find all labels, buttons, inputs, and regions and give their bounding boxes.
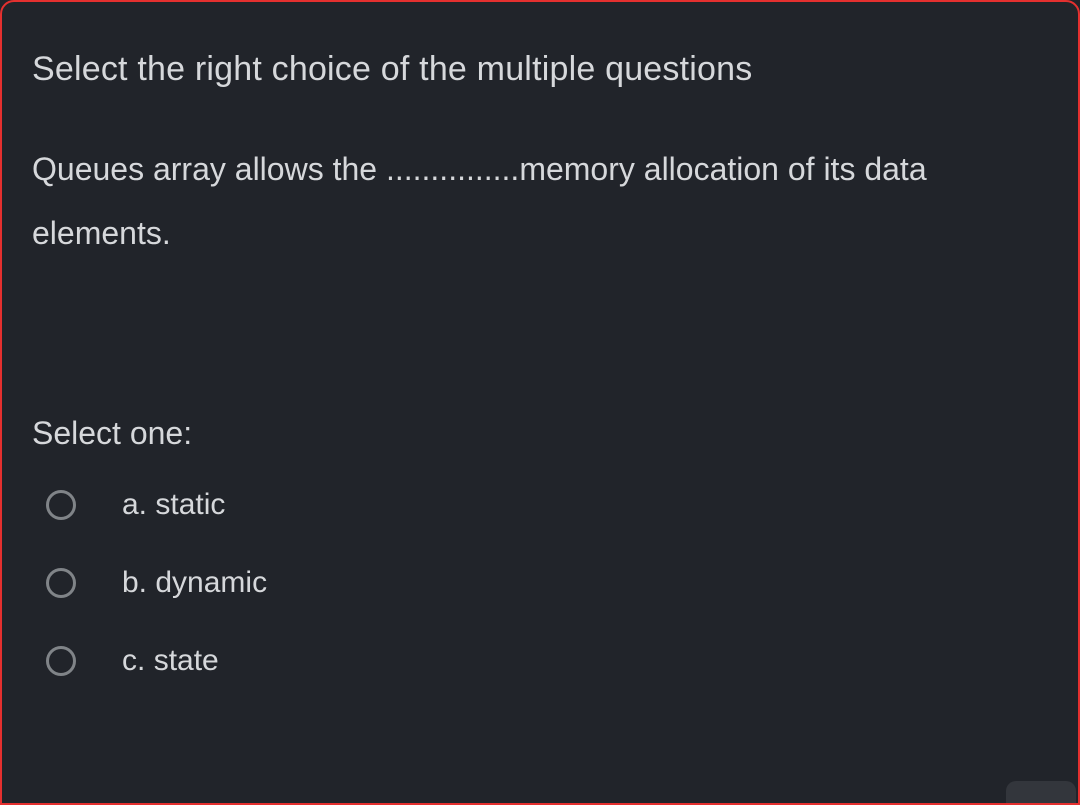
question-prompt: Queues array allows the ...............m… <box>32 137 1048 265</box>
options-list: a. static b. dynamic c. state <box>32 488 1048 678</box>
corner-chip <box>1006 781 1076 803</box>
radio-icon[interactable] <box>46 568 76 598</box>
option-a[interactable]: a. static <box>46 488 1048 522</box>
option-label: a. static <box>122 488 225 522</box>
question-card: Select the right choice of the multiple … <box>0 0 1080 805</box>
radio-icon[interactable] <box>46 490 76 520</box>
option-b[interactable]: b. dynamic <box>46 566 1048 600</box>
option-label: c. state <box>122 644 219 678</box>
question-title: Select the right choice of the multiple … <box>32 50 1048 89</box>
option-c[interactable]: c. state <box>46 644 1048 678</box>
select-one-label: Select one: <box>32 415 1048 452</box>
option-label: b. dynamic <box>122 566 267 600</box>
radio-icon[interactable] <box>46 646 76 676</box>
